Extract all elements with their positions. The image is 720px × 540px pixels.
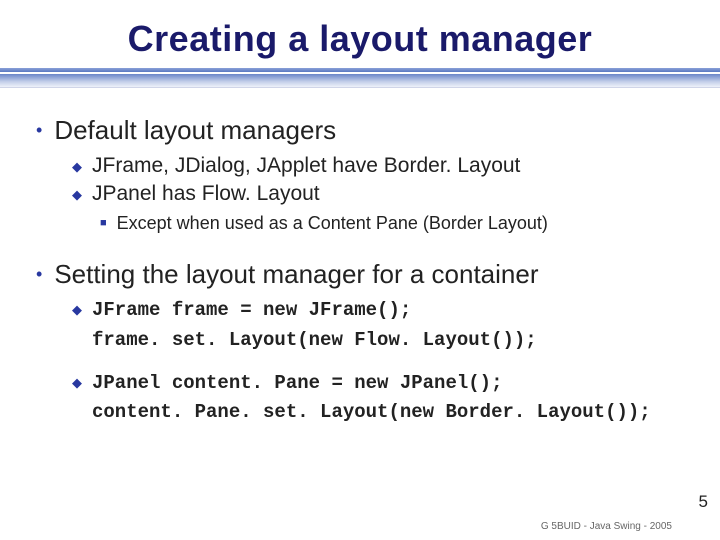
diamond-bullet-icon: ◆ — [72, 302, 82, 318]
code-line: JFrame frame = new JFrame(); — [92, 296, 537, 325]
page-number: 5 — [699, 492, 708, 512]
square-bullet-icon: ■ — [100, 217, 107, 229]
list-item: ◆ JFrame frame = new JFrame(); frame. se… — [72, 296, 684, 355]
bullet-group-2: • Setting the layout manager for a conta… — [36, 258, 684, 428]
code-line: JPanel content. Pane = new JPanel(); — [92, 369, 651, 398]
disc-bullet-icon: • — [36, 120, 42, 141]
slide-title: Creating a layout manager — [0, 0, 720, 68]
bullet-text: Except when used as a Content Pane (Bord… — [117, 212, 548, 235]
list-item: ■ Except when used as a Content Pane (Bo… — [100, 212, 684, 235]
code-block: JFrame frame = new JFrame(); frame. set.… — [92, 296, 537, 355]
slide: Creating a layout manager • Default layo… — [0, 0, 720, 540]
subsublist: ■ Except when used as a Content Pane (Bo… — [72, 212, 684, 235]
code-line: frame. set. Layout(new Flow. Layout()); — [92, 326, 537, 355]
bullet-group-1: • Default layout managers ◆ JFrame, JDia… — [36, 114, 684, 236]
bullet-text: Default layout managers — [54, 114, 336, 147]
bullet-text: Setting the layout manager for a contain… — [54, 258, 538, 291]
list-item: ◆ JPanel has Flow. Layout — [72, 181, 684, 208]
code-line: content. Pane. set. Layout(new Border. L… — [92, 398, 651, 427]
sublist: ◆ JFrame, JDialog, JApplet have Border. … — [36, 153, 684, 236]
list-item: ◆ JPanel content. Pane = new JPanel(); c… — [72, 369, 684, 428]
bullet-text: JPanel has Flow. Layout — [92, 181, 320, 208]
list-item: • Setting the layout manager for a conta… — [36, 258, 684, 291]
disc-bullet-icon: • — [36, 264, 42, 285]
diamond-bullet-icon: ◆ — [72, 375, 82, 391]
diamond-bullet-icon: ◆ — [72, 187, 82, 203]
footer-text: G 5BUID - Java Swing - 2005 — [541, 521, 672, 532]
code-block: JPanel content. Pane = new JPanel(); con… — [92, 369, 651, 428]
title-divider — [0, 68, 720, 88]
list-item: ◆ JFrame, JDialog, JApplet have Border. … — [72, 153, 684, 180]
slide-content: • Default layout managers ◆ JFrame, JDia… — [0, 88, 720, 428]
diamond-bullet-icon: ◆ — [72, 159, 82, 175]
list-item: • Default layout managers — [36, 114, 684, 147]
sublist: ◆ JFrame frame = new JFrame(); frame. se… — [36, 296, 684, 428]
bullet-text: JFrame, JDialog, JApplet have Border. La… — [92, 153, 520, 180]
